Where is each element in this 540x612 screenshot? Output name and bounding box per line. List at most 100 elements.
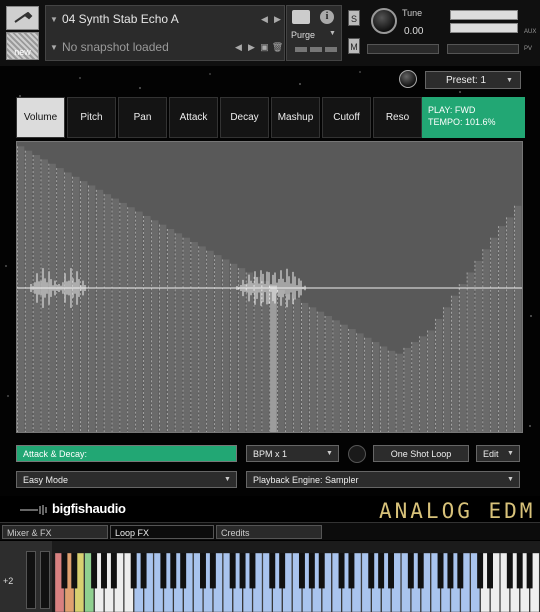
mute-button[interactable]: M: [348, 38, 360, 54]
black-key[interactable]: [378, 553, 385, 589]
tab-loop-fx[interactable]: Loop FX: [110, 525, 214, 539]
step-bar[interactable]: [238, 268, 246, 432]
step-bar[interactable]: [309, 307, 317, 432]
step-sequencer-svg[interactable]: [17, 142, 522, 432]
black-key[interactable]: [526, 553, 533, 589]
black-key[interactable]: [61, 553, 68, 589]
black-key[interactable]: [388, 553, 395, 589]
step-bar[interactable]: [491, 237, 498, 432]
step-bar[interactable]: [112, 198, 119, 432]
tab-mashup[interactable]: Mashup: [271, 97, 320, 138]
step-bar[interactable]: [262, 281, 269, 432]
info-icon[interactable]: i: [320, 10, 334, 24]
step-bar[interactable]: [301, 302, 309, 432]
tune-knob[interactable]: [371, 8, 397, 34]
step-bar[interactable]: [159, 224, 167, 432]
black-key[interactable]: [516, 553, 523, 589]
step-bar[interactable]: [483, 249, 490, 432]
attack-decay-bar[interactable]: Attack & Decay:: [16, 445, 237, 462]
step-bar[interactable]: [135, 211, 143, 432]
step-bar[interactable]: [120, 202, 127, 432]
step-bar[interactable]: [380, 346, 388, 432]
step-bar[interactable]: [341, 324, 348, 432]
step-bar[interactable]: [183, 237, 190, 432]
step-bar[interactable]: [230, 263, 238, 432]
step-bar[interactable]: [175, 233, 183, 432]
black-key[interactable]: [110, 553, 117, 589]
step-bar[interactable]: [459, 284, 467, 432]
step-bar[interactable]: [80, 181, 88, 432]
step-bar[interactable]: [475, 260, 482, 432]
step-bar[interactable]: [435, 318, 443, 432]
step-bar[interactable]: [317, 311, 325, 432]
wrench-icon[interactable]: [6, 6, 39, 30]
mod-wheel[interactable]: [40, 551, 50, 609]
step-bar[interactable]: [514, 205, 522, 432]
step-bar[interactable]: [293, 298, 301, 432]
tab-credits[interactable]: Credits: [216, 525, 322, 539]
step-bar[interactable]: [104, 194, 112, 432]
snapshot-row[interactable]: ▼ No snapshot loaded ◀ ▶ ▣ 🗑: [46, 34, 284, 60]
tab-attack[interactable]: Attack: [169, 97, 218, 138]
step-bar[interactable]: [443, 307, 451, 432]
step-bar[interactable]: [404, 347, 411, 432]
step-bar[interactable]: [277, 289, 285, 432]
black-key[interactable]: [160, 553, 167, 589]
black-key[interactable]: [457, 553, 464, 589]
step-bar[interactable]: [451, 295, 459, 432]
black-key[interactable]: [229, 553, 236, 589]
pitch-bend-wheel[interactable]: [26, 551, 36, 609]
small-knob[interactable]: [399, 70, 417, 88]
step-bar[interactable]: [17, 146, 25, 432]
black-key[interactable]: [249, 553, 256, 589]
chevron-down-icon[interactable]: ▼: [329, 30, 336, 37]
black-key[interactable]: [487, 553, 493, 589]
black-key[interactable]: [338, 553, 345, 589]
tab-reso[interactable]: Reso: [373, 97, 422, 138]
new-instrument-button[interactable]: new: [6, 32, 39, 60]
step-bar[interactable]: [214, 255, 222, 432]
black-key[interactable]: [130, 553, 137, 589]
chevron-down-icon[interactable]: ▼: [46, 43, 62, 52]
black-key[interactable]: [180, 553, 187, 589]
edit-dropdown[interactable]: Edit ▼: [476, 445, 520, 462]
black-key[interactable]: [368, 553, 375, 589]
step-bar[interactable]: [206, 250, 214, 432]
step-bar[interactable]: [372, 342, 380, 432]
step-bar[interactable]: [143, 215, 151, 432]
tab-decay[interactable]: Decay: [220, 97, 269, 138]
black-key[interactable]: [318, 553, 325, 589]
preset-dropdown[interactable]: Preset: 1 ▼: [425, 71, 521, 89]
black-key[interactable]: [200, 553, 206, 589]
step-bar[interactable]: [222, 259, 230, 432]
tab-mixer-fx[interactable]: Mixer & FX: [2, 525, 108, 539]
bpm-dropdown[interactable]: BPM x 1 ▼: [246, 445, 339, 462]
playback-engine-dropdown[interactable]: Playback Engine: Sampler ▼: [246, 471, 520, 488]
step-bar[interactable]: [349, 329, 356, 432]
step-bar[interactable]: [427, 330, 435, 433]
black-key[interactable]: [209, 553, 216, 589]
step-bar[interactable]: [57, 168, 64, 432]
black-key[interactable]: [477, 553, 484, 589]
next-arrow-icon[interactable]: ▶: [245, 42, 258, 53]
black-key[interactable]: [239, 553, 246, 589]
mode-dropdown[interactable]: Easy Mode ▼: [16, 471, 237, 488]
chevron-down-icon[interactable]: ▼: [46, 15, 62, 24]
step-bar[interactable]: [467, 272, 475, 433]
step-bar[interactable]: [498, 226, 506, 432]
step-bar[interactable]: [285, 294, 293, 432]
black-key[interactable]: [269, 553, 276, 589]
black-key[interactable]: [348, 553, 355, 589]
pan-slider[interactable]: [367, 44, 439, 54]
purge-button[interactable]: Purge: [291, 30, 315, 40]
black-key[interactable]: [506, 553, 513, 589]
step-bar[interactable]: [96, 189, 104, 432]
tab-volume[interactable]: Volume: [16, 97, 65, 138]
step-bar[interactable]: [420, 336, 427, 432]
volume-slider[interactable]: [447, 44, 519, 54]
tab-cutoff[interactable]: Cutoff: [322, 97, 371, 138]
save-icon[interactable]: ▣: [258, 42, 271, 53]
black-key[interactable]: [407, 553, 414, 589]
next-arrow-icon[interactable]: ▶: [271, 14, 284, 25]
camera-icon[interactable]: [292, 10, 310, 24]
